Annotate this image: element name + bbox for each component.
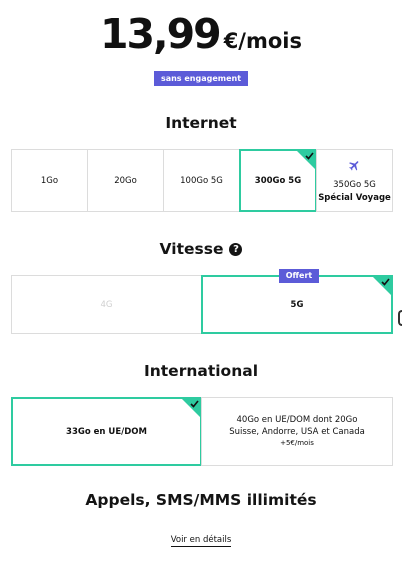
calls-title: Appels, SMS/MMS illimités	[85, 491, 317, 509]
option-label: 300Go 5G	[254, 175, 302, 186]
details-link[interactable]: Voir en détails	[170, 535, 232, 547]
option-line-1: 40Go en UE/DOM dont 20Go	[236, 415, 358, 425]
option-label: 4G	[100, 299, 113, 310]
vitesse-option-5g[interactable]: Offert 5G	[201, 269, 393, 334]
internet-option-350go[interactable]: 350Go 5G Spécial Voyage	[316, 149, 393, 212]
price-amount: 13,99	[100, 10, 222, 58]
details-link-wrap: Voir en détails	[0, 529, 402, 547]
option-label: 33Go en UE/DOM	[66, 426, 147, 437]
airplane-icon	[348, 159, 361, 175]
help-icon[interactable]: ?	[229, 243, 243, 256]
option-label: 1Go	[40, 175, 59, 186]
price: 13,99 €/mois	[0, 10, 402, 58]
option-sublabel: Spécial Voyage	[318, 192, 391, 203]
free-offer-tag: Offert	[279, 269, 319, 283]
price-unit: €/mois	[223, 29, 302, 53]
selected-check-icon	[181, 398, 201, 418]
international-option-40go[interactable]: 40Go en UE/DOM dont 20Go Suisse, Andorre…	[201, 397, 393, 466]
internet-option-1go[interactable]: 1Go	[11, 149, 88, 212]
scroll-edge-indicator	[398, 310, 402, 326]
internet-title: Internet	[165, 114, 237, 132]
international-title: International	[143, 362, 259, 380]
international-option-33go[interactable]: 33Go en UE/DOM	[11, 397, 202, 466]
option-line-2: Suisse, Andorre, USA et Canada	[229, 427, 365, 437]
internet-option-300go[interactable]: 300Go 5G	[239, 149, 317, 212]
vitesse-option-4g: 4G	[11, 275, 202, 334]
option-extra-price: +5€/mois	[280, 439, 314, 447]
option-label: 5G	[290, 299, 304, 310]
no-commitment-badge: sans engagement	[154, 71, 248, 86]
selected-check-icon	[372, 276, 392, 296]
option-label: 20Go	[114, 175, 137, 186]
option-label: 100Go 5G	[180, 175, 223, 186]
internet-option-20go[interactable]: 20Go	[87, 149, 164, 212]
option-label: 350Go 5G	[333, 179, 376, 190]
vitesse-title-text: Vitesse	[159, 240, 224, 258]
internet-option-100go[interactable]: 100Go 5G	[163, 149, 240, 212]
selected-check-icon	[296, 150, 316, 170]
vitesse-title: Vitesse?	[0, 240, 402, 258]
